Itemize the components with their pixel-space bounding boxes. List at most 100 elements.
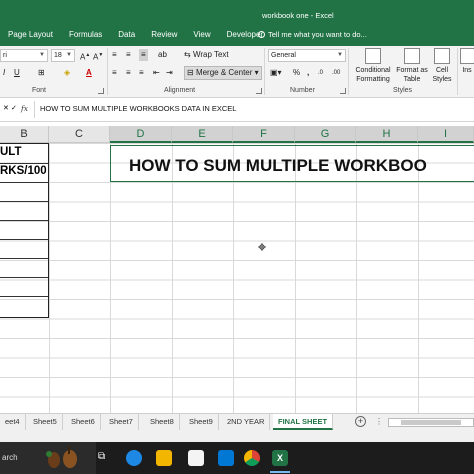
decrease-decimal-icon[interactable]: .00 [332, 67, 340, 79]
insert-label: Ins [462, 67, 472, 74]
chrome-icon[interactable] [244, 450, 260, 466]
align-middle-icon[interactable]: ≡ [126, 49, 131, 61]
tab-view[interactable]: View [185, 26, 218, 44]
increase-decimal-icon[interactable]: .0 [318, 67, 323, 79]
tab-review[interactable]: Review [143, 26, 185, 44]
insert-button[interactable]: Ins [460, 48, 474, 75]
grid-line [110, 143, 111, 413]
number-dialog-launcher-icon[interactable] [340, 88, 346, 94]
cell-styles-button[interactable]: Cell Styles [430, 48, 454, 84]
align-left-icon[interactable]: ≡ [112, 67, 117, 79]
merged-title-cell[interactable]: HOW TO SUM MULTIPLE WORKBOO [110, 145, 474, 182]
format-as-table-button[interactable]: Format as Table [396, 48, 428, 84]
ribbon-divider [264, 48, 265, 95]
sheet-tab-2nd-year[interactable]: 2ND YEAR [222, 414, 271, 430]
sheet-tab-7[interactable]: Sheet7 [104, 414, 139, 430]
grid-line [233, 143, 234, 413]
percent-icon[interactable]: % [293, 67, 300, 79]
sheet-tab-9[interactable]: Sheet9 [184, 414, 219, 430]
insert-cells-icon [460, 48, 474, 64]
sheet-tab-8[interactable]: Sheet8 [145, 414, 180, 430]
borders-icon[interactable]: ⊞ [38, 67, 45, 79]
number-format-value: General [271, 52, 296, 59]
add-sheet-icon[interactable]: + [355, 416, 366, 427]
grid-line [172, 143, 173, 413]
edge-browser-icon[interactable] [126, 450, 142, 466]
cancel-icon[interactable]: ✕ [3, 103, 9, 115]
sheet-tab-final-sheet[interactable]: FINAL SHEET [273, 414, 334, 430]
cell-styles-label: Cell Styles [432, 67, 452, 83]
column-header-g[interactable]: G [295, 126, 356, 143]
decrease-font-icon[interactable]: A▼ [93, 49, 103, 64]
task-view-icon[interactable]: ⧉ [98, 451, 105, 463]
ribbon-divider [457, 48, 458, 95]
currency-icon[interactable]: ▣▾ [270, 67, 282, 79]
ribbon-divider [107, 48, 108, 95]
increase-indent-icon[interactable]: ⇥ [166, 67, 173, 79]
tell-me-box[interactable]: Tell me what you want to do... [258, 26, 367, 44]
table-border [0, 182, 48, 183]
font-color-icon[interactable]: A [86, 67, 92, 79]
column-header-e[interactable]: E [172, 126, 233, 143]
column-header-c[interactable]: C [49, 126, 110, 143]
horizontal-scrollbar[interactable] [388, 418, 474, 427]
tab-formulas[interactable]: Formulas [61, 26, 110, 44]
sheet-title: HOW TO SUM MULTIPLE WORKBOO [129, 156, 427, 175]
sheet-tab-6[interactable]: Sheet6 [66, 414, 101, 430]
tab-data[interactable]: Data [110, 26, 143, 44]
table-border [0, 296, 48, 297]
formula-bar: ✕ ✓ fx HOW TO SUM MULTIPLE WORKBOOKS DAT… [0, 98, 474, 122]
more-options-icon[interactable]: ⋮ [375, 416, 383, 428]
excel-app-icon[interactable]: X [272, 450, 288, 466]
sheet-tab-5[interactable]: Sheet5 [28, 414, 63, 430]
column-header-d[interactable]: D [110, 126, 172, 143]
mail-icon[interactable] [218, 450, 234, 466]
font-name-combo[interactable]: ri ▼ [0, 49, 48, 62]
formula-divider [34, 101, 35, 118]
underline-button[interactable]: U [14, 67, 20, 79]
grid-line [418, 143, 419, 413]
fx-icon[interactable]: fx [21, 104, 28, 113]
store-icon[interactable] [188, 450, 204, 466]
align-center-icon[interactable]: ≡ [126, 67, 131, 79]
merge-center-label: Merge & Center [195, 68, 253, 77]
increase-font-icon[interactable]: A▲ [80, 49, 90, 64]
align-top-icon[interactable]: ≡ [112, 49, 117, 61]
column-header-b[interactable]: B [0, 126, 49, 143]
align-right-icon[interactable]: ≡ [139, 67, 144, 79]
font-size-combo[interactable]: 18 ▼ [51, 49, 75, 62]
table-border [0, 163, 48, 164]
conditional-formatting-button[interactable]: Conditional Formatting [352, 48, 394, 84]
file-explorer-icon[interactable] [156, 450, 172, 466]
alignment-dialog-launcher-icon[interactable] [256, 88, 262, 94]
scroll-thumb[interactable] [401, 420, 461, 425]
comma-style-icon[interactable]: , [307, 67, 309, 79]
conditional-formatting-label: Conditional Formatting [355, 67, 391, 83]
taskbar-search-label: arch [2, 453, 18, 462]
tab-page-layout[interactable]: Page Layout [0, 26, 61, 44]
cell-grid[interactable] [0, 143, 474, 413]
styles-group-label: Styles [393, 87, 413, 94]
italic-button[interactable]: I [3, 67, 5, 79]
font-group-label: Font [32, 87, 47, 94]
wrap-text-button[interactable]: ⇆ Wrap Text [184, 49, 229, 61]
sheet-tab-4[interactable]: eet4 [0, 414, 26, 430]
column-header-f[interactable]: F [233, 126, 295, 143]
cell-b-header-1[interactable]: ULT [0, 146, 22, 158]
number-format-combo[interactable]: General ▼ [268, 49, 346, 62]
font-size-value: 18 [54, 52, 62, 59]
decrease-indent-icon[interactable]: ⇤ [153, 67, 160, 79]
merge-center-button[interactable]: ⊟ Merge & Center ▾ [184, 66, 262, 80]
column-header-i[interactable]: I [418, 126, 474, 143]
lightbulb-icon [258, 31, 265, 38]
formula-input[interactable]: HOW TO SUM MULTIPLE WORKBOOKS DATA IN EX… [40, 104, 236, 113]
fill-color-icon[interactable]: ◈ [64, 67, 70, 79]
font-dialog-launcher-icon[interactable] [98, 88, 104, 94]
orientation-icon[interactable]: ab [158, 49, 167, 61]
cell-b-header-2[interactable]: RKS/100 [0, 165, 47, 177]
align-bottom-icon[interactable]: ≡ [139, 49, 148, 61]
column-header-h[interactable]: H [356, 126, 418, 143]
enter-icon[interactable]: ✓ [11, 103, 17, 115]
table-border [0, 220, 48, 221]
sheet-tab-bar: eet4 Sheet5 Sheet6 Sheet7 Sheet8 Sheet9 … [0, 413, 474, 430]
